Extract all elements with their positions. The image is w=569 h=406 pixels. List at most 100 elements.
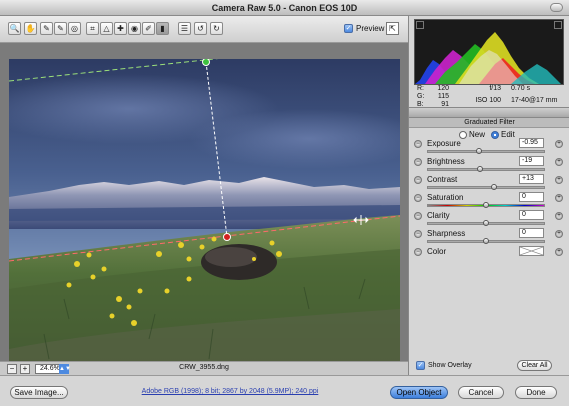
r-label: R: bbox=[417, 85, 424, 92]
clarity-value-field[interactable]: 0 bbox=[519, 210, 544, 220]
straighten-icon[interactable]: △ bbox=[100, 22, 113, 35]
clarity-plus-icon[interactable]: + bbox=[555, 212, 563, 220]
rgb-values: R: 120 G: 115 B: 91 bbox=[417, 85, 449, 109]
contrast-minus-icon[interactable]: − bbox=[414, 176, 422, 184]
histogram bbox=[414, 19, 564, 85]
contrast-label: Contrast bbox=[427, 175, 458, 184]
sharpness-plus-icon[interactable]: + bbox=[555, 230, 563, 238]
panel-title: Graduated Filter bbox=[409, 118, 569, 128]
contrast-row: − Contrast +13 + bbox=[409, 174, 569, 192]
workflow-options-link[interactable]: Adobe RGB (1998); 8 bit; 2867 by 2048 (5… bbox=[110, 388, 350, 395]
preview-label: Preview bbox=[356, 24, 385, 33]
highlight-clipping-icon[interactable] bbox=[554, 21, 562, 29]
panel-tab-strip[interactable] bbox=[409, 107, 569, 118]
target-icon[interactable]: ◎ bbox=[68, 22, 81, 35]
preview-checkbox[interactable]: ✓ bbox=[344, 24, 353, 33]
contrast-slider-track[interactable] bbox=[427, 184, 545, 190]
exposure-minus-icon[interactable]: − bbox=[414, 140, 422, 148]
saturation-plus-icon[interactable]: + bbox=[555, 194, 563, 202]
iso-value: ISO 100 bbox=[475, 97, 501, 104]
preview-toggle[interactable]: ✓ Preview bbox=[344, 24, 384, 33]
exposure-slider-thumb[interactable] bbox=[476, 148, 483, 154]
bottom-bar: Save Image... Adobe RGB (1998); 8 bit; 2… bbox=[0, 375, 569, 406]
exposure-value-field[interactable]: -0.95 bbox=[519, 138, 544, 148]
filter-end-line[interactable] bbox=[9, 215, 400, 262]
brightness-minus-icon[interactable]: − bbox=[414, 158, 422, 166]
color-plus-icon[interactable]: + bbox=[555, 248, 563, 256]
color-label: Color bbox=[427, 247, 447, 256]
show-overlay-toggle[interactable]: ✓ Show Overlay bbox=[416, 361, 472, 370]
sharpness-value-field[interactable]: 0 bbox=[519, 228, 544, 238]
window-zoom-button[interactable] bbox=[550, 3, 563, 12]
graduated-filter-icon[interactable]: ▮ bbox=[156, 22, 169, 35]
hand-icon[interactable]: ✋ bbox=[24, 22, 37, 35]
exif-info: f/13 0.70 s ISO 100 17-40@17 mm bbox=[467, 85, 563, 105]
contrast-slider-thumb[interactable] bbox=[491, 184, 498, 190]
filter-start-pin[interactable] bbox=[202, 59, 210, 66]
saturation-value-field[interactable]: 0 bbox=[519, 192, 544, 202]
pixel-readout: R: 120 G: 115 B: 91 f/13 0.70 s ISO 100 17-40… bbox=[417, 85, 565, 109]
g-value: 115 bbox=[437, 93, 449, 100]
magnifier-icon[interactable]: 🔍 bbox=[8, 22, 21, 35]
save-image-button[interactable]: Save Image... bbox=[10, 386, 68, 399]
graduated-filter-overlay[interactable] bbox=[9, 59, 400, 383]
clarity-minus-icon[interactable]: − bbox=[414, 212, 422, 220]
open-object-button[interactable]: Open Object bbox=[390, 386, 448, 399]
rotate-right-icon[interactable]: ↻ bbox=[210, 22, 223, 35]
sharpness-slider-track[interactable] bbox=[427, 238, 545, 244]
g-label: G: bbox=[417, 93, 425, 100]
color-sampler-icon[interactable]: ✎ bbox=[54, 22, 67, 35]
clarity-label: Clarity bbox=[427, 211, 450, 220]
brightness-plus-icon[interactable]: + bbox=[555, 158, 563, 166]
brightness-row: − Brightness -19 + bbox=[409, 156, 569, 174]
exposure-label: Exposure bbox=[427, 139, 461, 148]
crop-icon[interactable]: ⌗ bbox=[86, 22, 99, 35]
window-title: Camera Raw 5.0 - Canon EOS 10D bbox=[211, 3, 358, 13]
sharpness-label: Sharpness bbox=[427, 229, 466, 238]
no-color-icon bbox=[520, 247, 543, 255]
filter-end-pin[interactable] bbox=[223, 233, 231, 241]
brightness-slider-track[interactable] bbox=[427, 166, 545, 172]
done-button[interactable]: Done bbox=[515, 386, 557, 399]
color-row: − Color + bbox=[409, 246, 569, 264]
exposure-plus-icon[interactable]: + bbox=[555, 140, 563, 148]
exposure-slider-track[interactable] bbox=[427, 148, 545, 154]
rotate-left-icon[interactable]: ↺ bbox=[194, 22, 207, 35]
contrast-value-field[interactable]: +13 bbox=[519, 174, 544, 184]
color-minus-icon[interactable]: − bbox=[414, 248, 422, 256]
color-swatch[interactable] bbox=[519, 246, 544, 256]
sharpness-slider-thumb[interactable] bbox=[483, 238, 489, 244]
saturation-slider-thumb[interactable] bbox=[483, 202, 489, 208]
saturation-minus-icon[interactable]: − bbox=[414, 194, 422, 202]
clear-all-button[interactable]: Clear All bbox=[517, 360, 552, 371]
eyedropper-icon[interactable]: ✎ bbox=[40, 22, 53, 35]
show-overlay-label: Show Overlay bbox=[428, 362, 472, 369]
lens-value: 17-40@17 mm bbox=[511, 97, 558, 104]
sharpness-row: − Sharpness 0 + bbox=[409, 228, 569, 246]
brightness-slider-thumb[interactable] bbox=[477, 166, 484, 172]
cancel-button[interactable]: Cancel bbox=[458, 386, 504, 399]
brightness-label: Brightness bbox=[427, 157, 465, 166]
saturation-row: − Saturation 0 + bbox=[409, 192, 569, 210]
window-titlebar: Camera Raw 5.0 - Canon EOS 10D bbox=[0, 0, 569, 16]
shadow-clipping-icon[interactable] bbox=[416, 21, 424, 29]
clarity-slider-track[interactable] bbox=[427, 220, 545, 226]
brush-icon[interactable]: ✐ bbox=[142, 22, 155, 35]
r-value: 120 bbox=[437, 85, 449, 92]
contrast-plus-icon[interactable]: + bbox=[555, 176, 563, 184]
list-icon[interactable]: ☰ bbox=[178, 22, 191, 35]
show-overlay-checkbox[interactable]: ✓ bbox=[416, 361, 425, 370]
clarity-slider-thumb[interactable] bbox=[483, 220, 489, 226]
move-cursor-icon bbox=[353, 215, 369, 225]
aperture-value: f/13 bbox=[489, 85, 501, 92]
fullscreen-toggle-icon[interactable]: ⇱ bbox=[386, 22, 399, 35]
right-panel: R: 120 G: 115 B: 91 f/13 0.70 s ISO 100 17-40… bbox=[408, 16, 569, 375]
spot-removal-icon[interactable]: ✚ bbox=[114, 22, 127, 35]
saturation-slider-track[interactable] bbox=[427, 202, 545, 208]
exposure-row: − Exposure -0.95 + bbox=[409, 138, 569, 156]
brightness-value-field[interactable]: -19 bbox=[519, 156, 544, 166]
red-eye-icon[interactable]: ◉ bbox=[128, 22, 141, 35]
photo-preview[interactable] bbox=[9, 59, 400, 383]
image-preview-area[interactable] bbox=[0, 43, 408, 383]
sharpness-minus-icon[interactable]: − bbox=[414, 230, 422, 238]
